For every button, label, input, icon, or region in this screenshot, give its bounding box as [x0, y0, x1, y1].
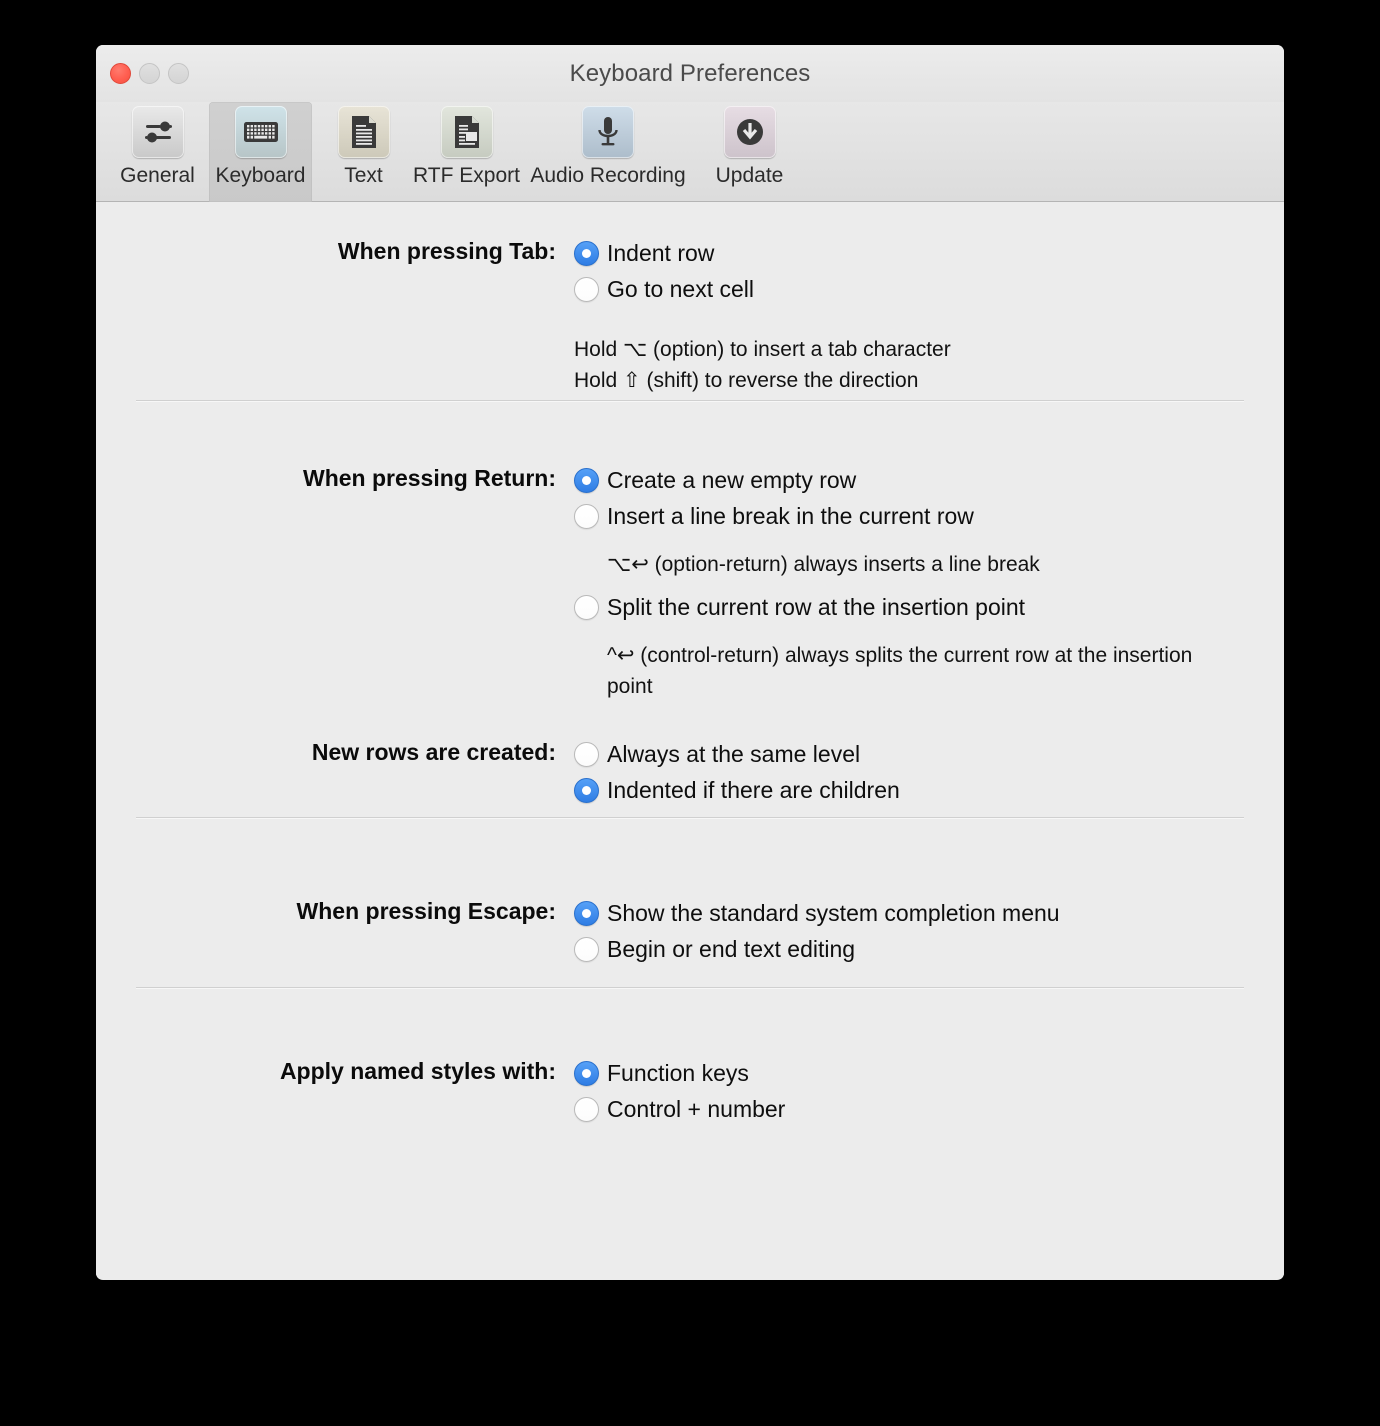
radio-indent-row-label: Indent row	[607, 240, 715, 266]
radio-always-same-level[interactable]: Always at the same level	[574, 739, 900, 769]
tab-general-label: General	[120, 164, 195, 187]
radio-indicator[interactable]	[574, 901, 599, 926]
tab-audio-recording[interactable]: Audio Recording	[518, 102, 698, 202]
named-styles-options: Function keys Control + number	[574, 1058, 785, 1130]
section-divider-3	[136, 987, 1244, 989]
tab-text[interactable]: Text	[312, 102, 415, 202]
sliders-icon	[131, 106, 184, 158]
radio-indicator[interactable]	[574, 778, 599, 803]
radio-show-completion-menu[interactable]: Show the standard system completion menu	[574, 898, 1060, 928]
keyboard-icon	[234, 106, 287, 158]
radio-go-to-next-cell-label: Go to next cell	[607, 276, 755, 302]
preferences-content: When pressing Tab: Indent row Go to next…	[96, 202, 1284, 1279]
radio-indent-row[interactable]: Indent row	[574, 238, 951, 268]
section-named-styles: Apply named styles with: Function keys C…	[96, 1058, 1244, 1130]
radio-insert-line-break-label: Insert a line break in the current row	[607, 503, 974, 529]
microphone-icon	[582, 106, 634, 158]
radio-control-plus-number-label: Control + number	[607, 1096, 786, 1122]
return-hint-option-return: ⌥↩ (option-return) always inserts a line…	[607, 553, 1040, 576]
radio-indicator[interactable]	[574, 1061, 599, 1086]
radio-control-plus-number[interactable]: Control + number	[574, 1094, 785, 1124]
window-title: Keyboard Preferences	[569, 60, 811, 87]
radio-always-same-level-label: Always at the same level	[607, 741, 861, 767]
tab-update[interactable]: Update	[698, 102, 801, 202]
section-new-rows: New rows are created: Always at the same…	[96, 739, 1244, 811]
tab-audio-recording-label: Audio Recording	[530, 164, 686, 187]
section-pressing-return: When pressing Return: Create a new empty…	[96, 465, 1244, 702]
section-pressing-escape: When pressing Escape: Show the standard …	[96, 898, 1244, 970]
section-divider-2	[136, 817, 1244, 819]
preferences-window: Keyboard Preferences General Keyboard Te…	[96, 45, 1284, 1280]
pressing-tab-label: When pressing Tab:	[337, 238, 556, 264]
pressing-escape-label: When pressing Escape:	[296, 898, 556, 924]
radio-indicator[interactable]	[574, 241, 599, 266]
radio-indented-if-children-label: Indented if there are children	[607, 777, 900, 803]
tab-update-label: Update	[715, 164, 784, 187]
pressing-return-options: Create a new empty row Insert a line bre…	[574, 465, 1207, 702]
radio-create-new-empty-row-label: Create a new empty row	[607, 467, 857, 493]
preferences-toolbar: General Keyboard Text RTF Export Audio R…	[96, 102, 1284, 202]
radio-function-keys[interactable]: Function keys	[574, 1058, 785, 1088]
section-pressing-tab: When pressing Tab: Indent row Go to next…	[96, 238, 1244, 396]
radio-show-completion-menu-label: Show the standard system completion menu	[607, 900, 1060, 926]
new-rows-label: New rows are created:	[311, 739, 556, 765]
radio-insert-line-break[interactable]: Insert a line break in the current row	[574, 501, 1207, 531]
pressing-tab-options: Indent row Go to next cell Hold ⌥ (optio…	[574, 238, 951, 396]
tab-rtf-export[interactable]: RTF Export	[413, 102, 520, 202]
radio-indicator[interactable]	[574, 595, 599, 620]
radio-begin-end-text-editing[interactable]: Begin or end text editing	[574, 934, 1060, 964]
window-titlebar: Keyboard Preferences	[96, 45, 1284, 102]
tab-keyboard[interactable]: Keyboard	[209, 102, 312, 202]
radio-indicator[interactable]	[574, 468, 599, 493]
radio-split-current-row-label: Split the current row at the insertion p…	[607, 594, 1026, 620]
document-icon	[337, 106, 390, 158]
tab-keyboard-label: Keyboard	[215, 164, 306, 187]
radio-function-keys-label: Function keys	[607, 1060, 749, 1086]
tab-hint-option: Hold ⌥ (option) to insert a tab characte…	[574, 338, 951, 361]
radio-indented-if-children[interactable]: Indented if there are children	[574, 775, 900, 805]
named-styles-label: Apply named styles with:	[279, 1058, 556, 1084]
pressing-return-label: When pressing Return:	[302, 465, 556, 491]
pressing-escape-options: Show the standard system completion menu…	[574, 898, 1060, 970]
document-export-icon	[440, 106, 493, 158]
radio-create-new-empty-row[interactable]: Create a new empty row	[574, 465, 1207, 495]
radio-indicator[interactable]	[574, 277, 599, 302]
tab-text-label: Text	[344, 164, 383, 187]
radio-indicator[interactable]	[574, 937, 599, 962]
radio-go-to-next-cell[interactable]: Go to next cell	[574, 274, 951, 304]
radio-indicator[interactable]	[574, 504, 599, 529]
tab-hint-shift: Hold ⇧ (shift) to reverse the direction	[574, 369, 919, 392]
return-hint-control-return: ^↩ (control-return) always splits the cu…	[607, 644, 1193, 698]
section-divider-1	[136, 400, 1244, 402]
new-rows-options: Always at the same level Indented if the…	[574, 739, 900, 811]
radio-indicator[interactable]	[574, 1097, 599, 1122]
radio-indicator[interactable]	[574, 742, 599, 767]
tab-rtf-export-label: RTF Export	[413, 164, 520, 187]
tab-general[interactable]: General	[106, 102, 209, 202]
download-arrow-icon	[723, 106, 776, 158]
radio-begin-end-text-editing-label: Begin or end text editing	[607, 936, 856, 962]
radio-split-current-row[interactable]: Split the current row at the insertion p…	[574, 592, 1207, 622]
